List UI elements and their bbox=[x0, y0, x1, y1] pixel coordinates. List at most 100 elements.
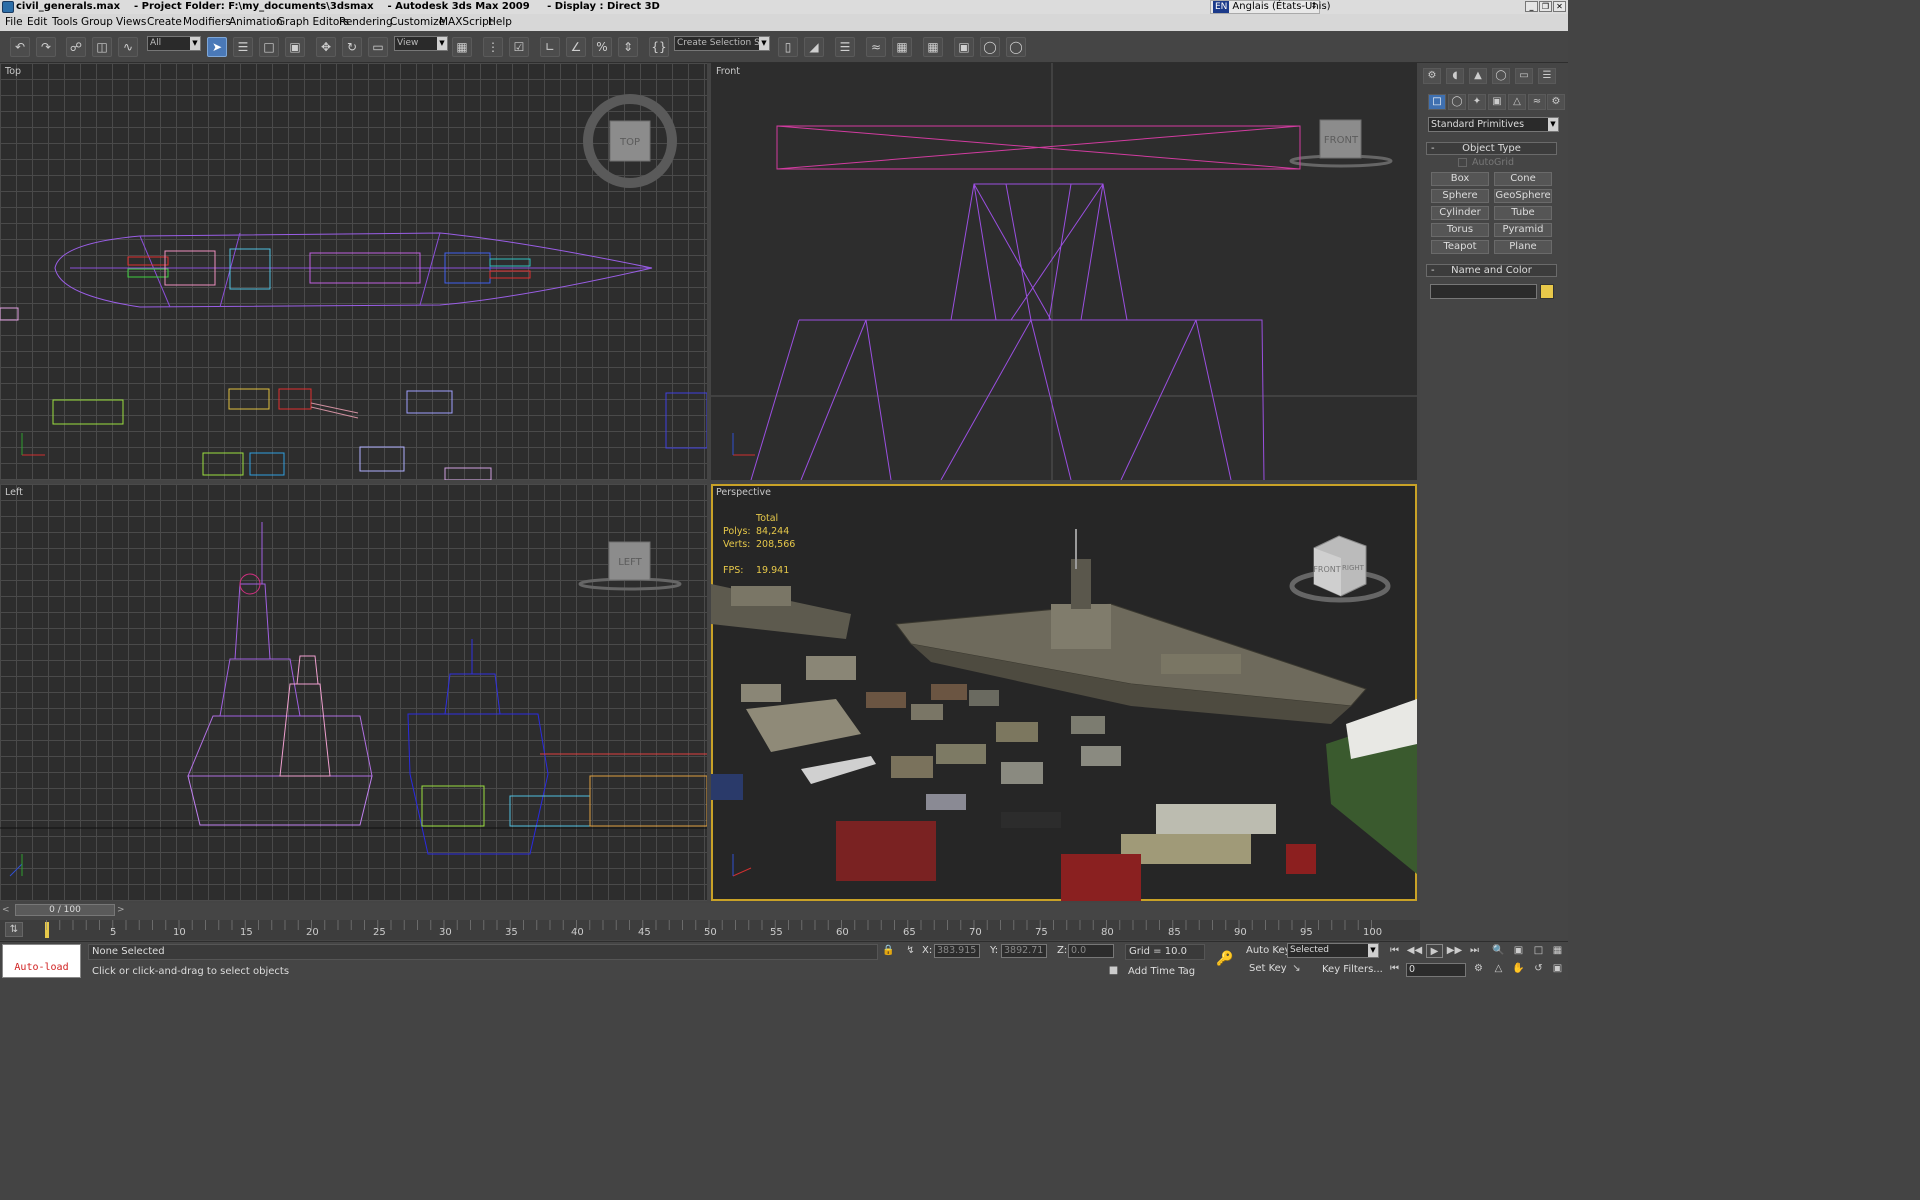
torus-button[interactable]: Torus bbox=[1431, 223, 1489, 237]
cone-button[interactable]: Cone bbox=[1494, 172, 1552, 186]
teapot-button[interactable]: Teapot bbox=[1431, 240, 1489, 254]
cylinder-button[interactable]: Cylinder bbox=[1431, 206, 1489, 220]
zoom-all-icon[interactable]: ▣ bbox=[1510, 944, 1527, 958]
sphere-button[interactable]: Sphere bbox=[1431, 189, 1489, 203]
time-slider-next-icon[interactable]: > bbox=[117, 904, 129, 916]
plane-button[interactable]: Plane bbox=[1494, 240, 1552, 254]
z-coordinate-field[interactable]: 0.0 bbox=[1068, 944, 1114, 958]
key-filters-button[interactable]: Key Filters... bbox=[1322, 964, 1383, 975]
current-frame-field[interactable]: 0 bbox=[1406, 963, 1466, 977]
rectangular-selection-icon[interactable]: □ bbox=[259, 37, 279, 57]
menu-file[interactable]: File bbox=[5, 14, 23, 31]
motion-tab-icon[interactable]: ◯ bbox=[1492, 68, 1510, 84]
pan-view-icon[interactable]: ✋ bbox=[1510, 962, 1527, 976]
viewcube-left[interactable]: LEFT bbox=[578, 541, 682, 591]
undo-icon[interactable]: ↶ bbox=[10, 37, 30, 57]
time-tag-icon[interactable]: ■ bbox=[1105, 964, 1122, 978]
minimize-icon[interactable]: _ bbox=[1525, 1, 1538, 12]
mirror-icon[interactable]: ▯ bbox=[778, 37, 798, 57]
percent-snap-icon[interactable]: % bbox=[592, 37, 612, 57]
unlink-selection-icon[interactable]: ◫ bbox=[92, 37, 112, 57]
space-warps-icon[interactable]: ≈ bbox=[1528, 94, 1546, 110]
reference-coordinate-dropdown[interactable]: View ▼ bbox=[394, 36, 448, 51]
schematic-view-icon[interactable]: ▦ bbox=[892, 37, 912, 57]
systems-icon[interactable]: ⚙ bbox=[1547, 94, 1565, 110]
zoom-extents-icon[interactable]: □ bbox=[1530, 944, 1547, 958]
selection-filter-dropdown[interactable]: All ▼ bbox=[147, 36, 201, 51]
close-icon[interactable]: ✕ bbox=[1553, 1, 1566, 12]
maximize-viewport-icon[interactable]: ▣ bbox=[1549, 962, 1566, 976]
keyboard-shortcut-override-icon[interactable]: ☑ bbox=[509, 37, 529, 57]
menu-views[interactable]: Views bbox=[116, 14, 146, 31]
named-selection-sets-dropdown[interactable]: Create Selection Set ▼ bbox=[674, 36, 770, 51]
menu-rendering[interactable]: Rendering bbox=[339, 14, 393, 31]
select-and-rotate-icon[interactable]: ↻ bbox=[342, 37, 362, 57]
select-and-move-icon[interactable]: ✥ bbox=[316, 37, 336, 57]
add-time-tag-button[interactable]: Add Time Tag bbox=[1128, 966, 1195, 977]
layer-manager-icon[interactable]: ☰ bbox=[835, 37, 855, 57]
render-production-icon[interactable]: ◯ bbox=[1006, 37, 1026, 57]
menu-group[interactable]: Group bbox=[81, 14, 113, 31]
spinner-snap-icon[interactable]: ⇕ bbox=[618, 37, 638, 57]
object-name-field[interactable] bbox=[1430, 284, 1537, 299]
edit-named-selections-icon[interactable]: {} bbox=[649, 37, 669, 57]
viewcube-perspective[interactable]: FRONT RIGHT bbox=[1289, 535, 1391, 603]
next-frame-icon[interactable]: ▶▶ bbox=[1446, 944, 1463, 958]
menu-maxscript[interactable]: MAXScript bbox=[439, 14, 493, 31]
language-menu-icon[interactable]: ↕ bbox=[1309, 1, 1319, 12]
viewcube-front[interactable]: FRONT bbox=[1289, 119, 1393, 168]
menu-tools[interactable]: Tools bbox=[52, 14, 78, 31]
key-mode-toggle-icon[interactable]: ⏮ bbox=[1386, 962, 1403, 976]
shapes-icon[interactable]: ◯ bbox=[1448, 94, 1466, 110]
set-key-button[interactable]: Set Key bbox=[1249, 963, 1287, 974]
play-icon[interactable]: ▶ bbox=[1426, 944, 1443, 958]
name-and-color-rollout[interactable]: - Name and Color bbox=[1426, 264, 1557, 277]
time-configuration-icon[interactable]: ⚙ bbox=[1470, 962, 1487, 976]
time-slider[interactable]: 0 / 100 bbox=[15, 904, 115, 916]
select-and-manipulate-icon[interactable]: ⋮ bbox=[483, 37, 503, 57]
track-bar[interactable]: ⇅ 5 10 15 20 25 30 35 40 45 50 55 60 65 … bbox=[0, 920, 1420, 940]
field-of-view-icon[interactable]: △ bbox=[1490, 962, 1507, 976]
restore-icon[interactable]: ❐ bbox=[1539, 1, 1552, 12]
zoom-extents-all-icon[interactable]: ▦ bbox=[1549, 944, 1566, 958]
autogrid-checkbox[interactable] bbox=[1458, 158, 1467, 167]
object-color-swatch[interactable] bbox=[1540, 284, 1554, 299]
x-coordinate-field[interactable]: 383.915 bbox=[934, 944, 980, 958]
display-tab-icon[interactable]: ▭ bbox=[1515, 68, 1533, 84]
curve-editor-icon[interactable]: ≈ bbox=[866, 37, 886, 57]
set-key-icon[interactable]: 🔑 bbox=[1212, 952, 1238, 966]
select-and-scale-icon[interactable]: ▭ bbox=[368, 37, 388, 57]
menu-animation[interactable]: Animation bbox=[229, 14, 283, 31]
box-button[interactable]: Box bbox=[1431, 172, 1489, 186]
material-editor-icon[interactable]: ▦ bbox=[923, 37, 943, 57]
mini-curve-editor-icon[interactable]: ⇅ bbox=[5, 922, 23, 937]
key-mode-dropdown[interactable]: Selected ▼ bbox=[1287, 943, 1379, 958]
absolute-mode-icon[interactable]: ↯ bbox=[902, 944, 919, 958]
orbit-icon[interactable]: ↺ bbox=[1530, 962, 1547, 976]
zoom-icon[interactable]: 🔍 bbox=[1490, 944, 1507, 958]
menu-modifiers[interactable]: Modifiers bbox=[183, 14, 231, 31]
app-icon[interactable] bbox=[2, 1, 14, 13]
y-coordinate-field[interactable]: 3892.71 bbox=[1001, 944, 1047, 958]
time-slider-prev-icon[interactable]: < bbox=[2, 904, 14, 916]
go-to-end-icon[interactable]: ⏭ bbox=[1466, 944, 1483, 958]
category-dropdown[interactable]: Standard Primitives ▼ bbox=[1428, 117, 1559, 132]
menu-edit[interactable]: Edit bbox=[27, 14, 47, 31]
cameras-icon[interactable]: ▣ bbox=[1488, 94, 1506, 110]
align-icon[interactable]: ◢ bbox=[804, 37, 824, 57]
viewport-left[interactable]: Left LEFT bbox=[0, 484, 707, 901]
bind-to-space-warp-icon[interactable]: ∿ bbox=[118, 37, 138, 57]
viewport-perspective[interactable]: Perspective Total Polys: 84,244 Verts: 2… bbox=[711, 484, 1417, 901]
object-type-rollout[interactable]: - Object Type bbox=[1426, 142, 1557, 155]
viewport-front[interactable]: Front FRONT bbox=[711, 63, 1417, 480]
rendered-frame-window-icon[interactable]: ◯ bbox=[980, 37, 1000, 57]
pyramid-button[interactable]: Pyramid bbox=[1494, 223, 1552, 237]
maxscript-listener[interactable]: Auto-load bbox=[2, 944, 81, 978]
auto-key-button[interactable]: Auto Key bbox=[1246, 945, 1291, 956]
window-crossing-icon[interactable]: ▣ bbox=[285, 37, 305, 57]
snaps-toggle-icon[interactable]: ∟ bbox=[540, 37, 560, 57]
helpers-icon[interactable]: △ bbox=[1508, 94, 1526, 110]
select-object-icon[interactable]: ➤ bbox=[207, 37, 227, 57]
pivot-center-icon[interactable]: ▦ bbox=[452, 37, 472, 57]
lights-icon[interactable]: ✦ bbox=[1468, 94, 1486, 110]
